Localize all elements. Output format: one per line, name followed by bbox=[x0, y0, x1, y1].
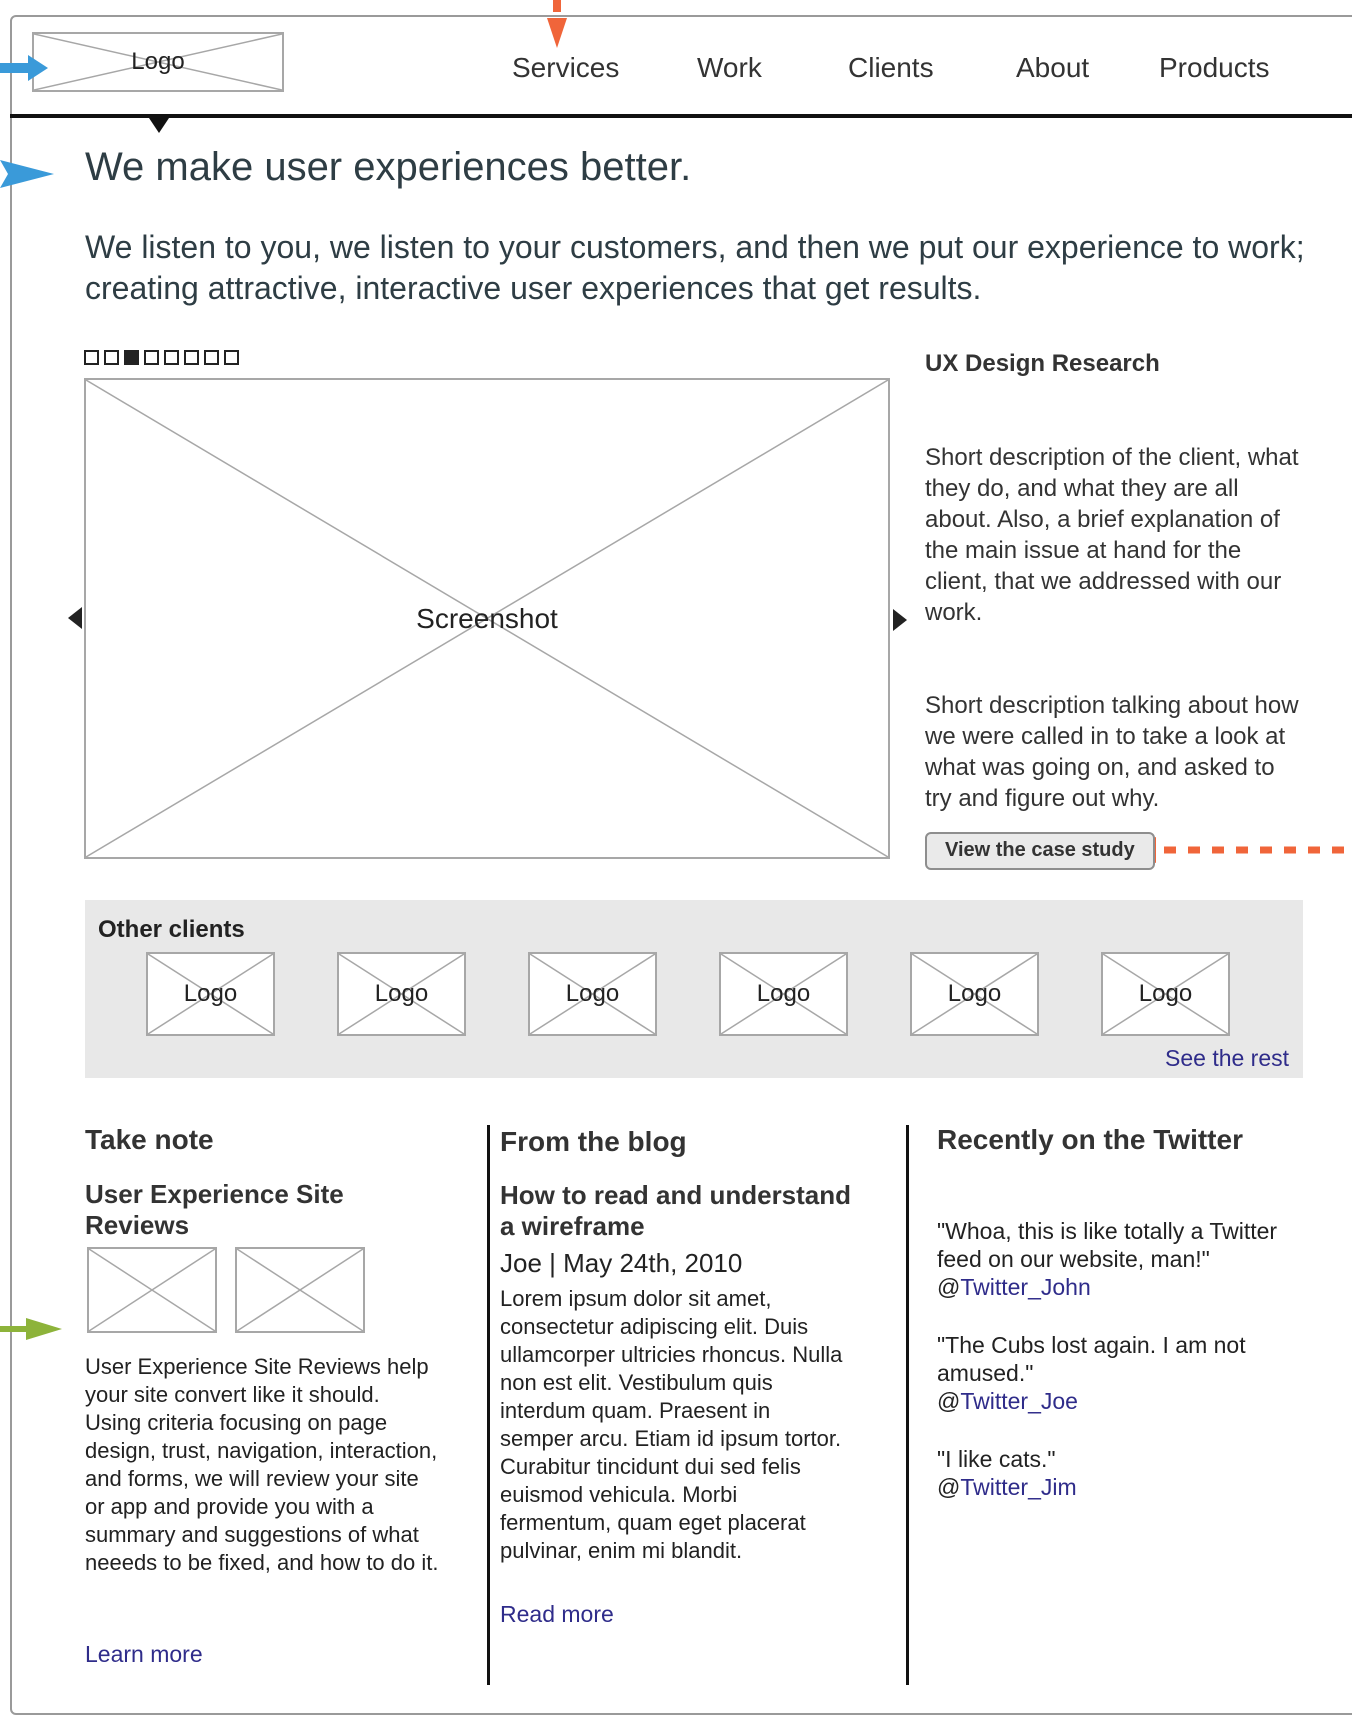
carousel-dot[interactable] bbox=[84, 350, 99, 365]
annotation-arrow-case-study-icon bbox=[1120, 837, 1352, 863]
review-image-placeholder bbox=[235, 1247, 365, 1333]
see-the-rest-link[interactable]: See the rest bbox=[1165, 1045, 1289, 1072]
annotation-arrow-take-note-icon bbox=[0, 1316, 62, 1342]
blog-post-title[interactable]: How to read and understand a wireframe bbox=[500, 1180, 860, 1242]
carousel-dot[interactable] bbox=[224, 350, 239, 365]
client-logo-label: Logo bbox=[756, 980, 811, 1007]
nav-services[interactable]: Services bbox=[512, 52, 619, 84]
tweet: "I like cats." @Twitter_Jim bbox=[937, 1445, 1317, 1501]
annotation-arrow-hero-icon bbox=[0, 160, 54, 188]
site-logo[interactable]: Logo bbox=[32, 32, 284, 92]
client-logo-label: Logo bbox=[947, 980, 1002, 1007]
at-symbol: @ bbox=[937, 1274, 961, 1300]
blog-post-byline: Joe | May 24th, 2010 bbox=[500, 1248, 743, 1278]
twitter-handle-link[interactable]: Twitter_John bbox=[960, 1274, 1090, 1300]
read-more-link[interactable]: Read more bbox=[500, 1601, 614, 1628]
review-image-placeholder bbox=[87, 1247, 217, 1333]
tweet-author: @Twitter_Joe bbox=[937, 1387, 1317, 1415]
twitter-handle-link[interactable]: Twitter_Joe bbox=[960, 1388, 1078, 1414]
blog-heading: From the blog bbox=[500, 1126, 687, 1157]
carousel-dot[interactable] bbox=[164, 350, 179, 365]
tweet-author: @Twitter_John bbox=[937, 1273, 1317, 1301]
client-logo[interactable]: Logo bbox=[910, 952, 1039, 1036]
client-logo[interactable]: Logo bbox=[337, 952, 466, 1036]
feature-title: UX Design Research bbox=[925, 350, 1160, 377]
tweet: "Whoa, this is like totally a Twitter fe… bbox=[937, 1217, 1317, 1301]
tweet-text: "Whoa, this is like totally a Twitter fe… bbox=[937, 1218, 1278, 1272]
client-logo-label: Logo bbox=[1138, 980, 1193, 1007]
column-divider bbox=[487, 1125, 490, 1685]
client-logo-label: Logo bbox=[565, 980, 620, 1007]
at-symbol: @ bbox=[937, 1474, 961, 1500]
carousel-next-arrow-icon[interactable] bbox=[893, 609, 907, 631]
hero-intro: We listen to you, we listen to your cust… bbox=[85, 229, 1305, 306]
carousel-prev-arrow-icon[interactable] bbox=[68, 607, 82, 629]
twitter-handle-link[interactable]: Twitter_Jim bbox=[960, 1474, 1076, 1500]
screenshot-label: Screenshot bbox=[416, 602, 558, 634]
tweet-text: "The Cubs lost again. I am not amused." bbox=[937, 1332, 1246, 1386]
client-logo[interactable]: Logo bbox=[146, 952, 275, 1036]
client-logo-label: Logo bbox=[183, 980, 238, 1007]
annotation-arrow-nav-icon bbox=[544, 0, 570, 52]
nav-work[interactable]: Work bbox=[697, 52, 762, 84]
at-symbol: @ bbox=[937, 1388, 961, 1414]
column-divider bbox=[906, 1125, 909, 1685]
other-clients-title: Other clients bbox=[98, 916, 245, 943]
page-title: We make user experiences better. bbox=[85, 145, 692, 189]
twitter-heading: Recently on the Twitter bbox=[937, 1124, 1243, 1155]
logo-label: Logo bbox=[131, 48, 185, 75]
carousel-dot[interactable] bbox=[144, 350, 159, 365]
nav-about[interactable]: About bbox=[1016, 52, 1089, 84]
annotation-arrow-logo-icon bbox=[0, 55, 48, 81]
carousel-pagination[interactable] bbox=[84, 350, 239, 365]
carousel-dot[interactable] bbox=[204, 350, 219, 365]
placeholder-cross bbox=[237, 1249, 363, 1331]
client-logo[interactable]: Logo bbox=[719, 952, 848, 1036]
feature-description-1: Short description of the client, what th… bbox=[925, 444, 1299, 626]
client-logo[interactable]: Logo bbox=[528, 952, 657, 1036]
carousel-dot[interactable] bbox=[184, 350, 199, 365]
header-divider bbox=[10, 114, 1352, 118]
learn-more-link[interactable]: Learn more bbox=[85, 1641, 203, 1668]
header-indicator-icon bbox=[149, 118, 169, 133]
blog-post-excerpt: Lorem ipsum dolor sit amet, consectetur … bbox=[500, 1286, 843, 1563]
screenshot-placeholder: Screenshot bbox=[84, 378, 890, 859]
placeholder-cross bbox=[89, 1249, 215, 1331]
nav-clients[interactable]: Clients bbox=[848, 52, 934, 84]
take-note-heading: Take note bbox=[85, 1124, 214, 1155]
tweet-author: @Twitter_Jim bbox=[937, 1473, 1317, 1501]
feature-description-2: Short description talking about how we w… bbox=[925, 692, 1299, 812]
view-case-study-button[interactable]: View the case study bbox=[925, 832, 1155, 870]
carousel-dot[interactable] bbox=[124, 350, 139, 365]
nav-products[interactable]: Products bbox=[1159, 52, 1270, 84]
tweet-text: "I like cats." bbox=[937, 1446, 1056, 1472]
take-note-subheading: User Experience Site Reviews bbox=[85, 1179, 344, 1240]
carousel-dot[interactable] bbox=[104, 350, 119, 365]
tweet: "The Cubs lost again. I am not amused." @… bbox=[937, 1331, 1317, 1415]
client-logo-label: Logo bbox=[374, 980, 429, 1007]
take-note-body: User Experience Site Reviews help your s… bbox=[85, 1354, 439, 1575]
client-logo[interactable]: Logo bbox=[1101, 952, 1230, 1036]
